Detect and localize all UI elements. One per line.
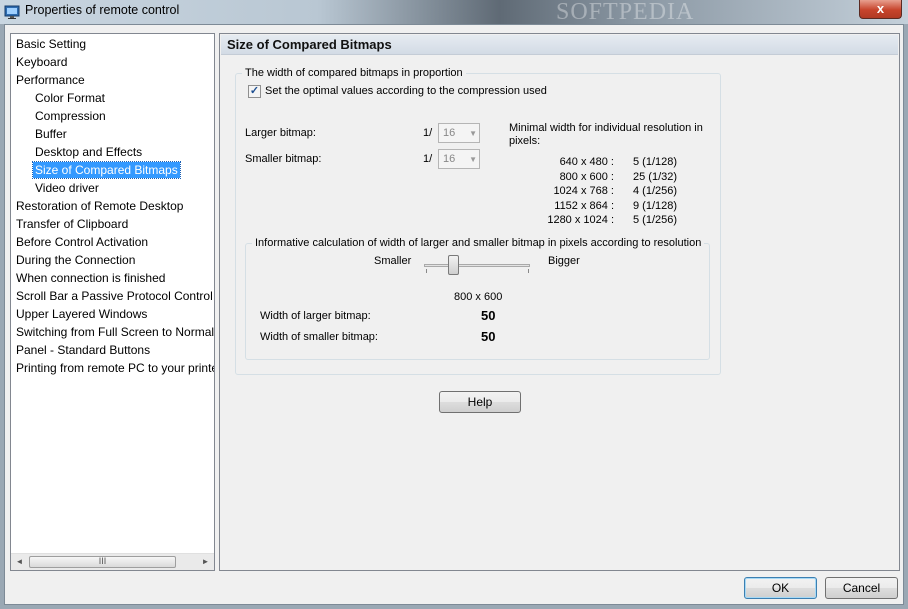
minimal-width-label: Minimal width for individual resolution … bbox=[509, 122, 703, 147]
scroll-left-arrow-icon[interactable]: ◄ bbox=[11, 554, 28, 570]
slider-bigger-label: Bigger bbox=[548, 255, 580, 267]
tree-item[interactable]: Performance bbox=[14, 72, 87, 88]
title-bar: Properties of remote control SOFTPEDIA x bbox=[0, 0, 908, 24]
settings-tree-list: Basic Setting Keyboard Performance Color Fo… bbox=[11, 36, 214, 552]
tree-item[interactable]: Compression bbox=[33, 108, 108, 124]
close-button[interactable]: x bbox=[859, 0, 902, 19]
tree-item[interactable]: Panel - Standard Buttons bbox=[14, 342, 152, 358]
optimal-values-checkbox[interactable]: ✓ bbox=[248, 85, 261, 98]
optimal-values-label: Set the optimal values according to the … bbox=[265, 85, 547, 97]
tree-item[interactable]: Desktop and Effects bbox=[33, 144, 144, 160]
resolution-label: 1152 x 864 : bbox=[554, 199, 614, 212]
settings-panel: Size of Compared Bitmaps The width of co… bbox=[219, 33, 900, 571]
smaller-ratio-prefix: 1/ bbox=[423, 153, 433, 165]
resolution-value: 5 (1/128) bbox=[633, 156, 678, 168]
smaller-bitmap-label: Smaller bitmap: bbox=[245, 153, 322, 165]
informative-group-title: Informative calculation of width of larg… bbox=[252, 236, 705, 250]
resolution-label: 800 x 600 : bbox=[559, 170, 614, 183]
slider-tick bbox=[528, 269, 529, 273]
resolution-value: 4 (1/256) bbox=[633, 185, 678, 197]
tree-item[interactable]: Printing from remote PC to your printer bbox=[14, 360, 214, 376]
tree-item[interactable]: During the Connection bbox=[14, 252, 137, 268]
resolution-list: 640 x 480 : 800 x 600 : 1024 x 768 : 1152 x… bbox=[536, 155, 614, 228]
remote-control-app-icon bbox=[4, 5, 20, 19]
tree-item[interactable]: When connection is finished bbox=[14, 270, 167, 286]
resolution-value: 9 (1/128) bbox=[633, 199, 678, 212]
resolution-slider-track[interactable] bbox=[424, 264, 530, 267]
scroll-right-arrow-icon[interactable]: ► bbox=[197, 554, 214, 570]
dialog-client-area: Basic Setting Keyboard Performance Color Fo… bbox=[4, 24, 904, 605]
smaller-bitmap-value: 16 bbox=[443, 153, 456, 165]
settings-tree[interactable]: Basic Setting Keyboard Performance Color Fo… bbox=[10, 33, 215, 571]
tree-item[interactable]: Restoration of Remote Desktop bbox=[14, 198, 185, 214]
cancel-button[interactable]: Cancel bbox=[825, 577, 898, 599]
slider-tick bbox=[426, 269, 427, 273]
chevron-down-icon: ▼ bbox=[469, 129, 477, 138]
proportion-group-title: The width of compared bitmaps in proport… bbox=[242, 66, 466, 80]
tree-item[interactable]: Color Format bbox=[33, 90, 107, 106]
smaller-width-label: Width of smaller bitmap: bbox=[260, 331, 378, 343]
resolution-label: 1024 x 768 : bbox=[553, 185, 614, 197]
resolution-value: 25 (1/32) bbox=[633, 170, 678, 183]
current-resolution: 800 x 600 bbox=[454, 291, 503, 303]
larger-width-label: Width of larger bitmap: bbox=[260, 310, 371, 322]
slider-smaller-label: Smaller bbox=[374, 255, 412, 267]
tree-item[interactable]: Keyboard bbox=[14, 54, 69, 70]
resolution-label: 1280 x 1024 : bbox=[547, 214, 614, 226]
tree-item[interactable]: Upper Layered Windows bbox=[14, 306, 149, 322]
larger-bitmap-select[interactable]: 16 ▼ bbox=[438, 123, 480, 143]
tree-horizontal-scrollbar[interactable]: ◄ III ► bbox=[11, 553, 214, 570]
resolution-value: 5 (1/256) bbox=[633, 214, 678, 226]
softpedia-watermark: SOFTPEDIA bbox=[556, 0, 695, 25]
smaller-bitmap-select[interactable]: 16 ▼ bbox=[438, 149, 480, 169]
tree-item[interactable]: Video driver bbox=[33, 180, 101, 196]
smaller-width-value: 50 bbox=[481, 329, 496, 344]
window-title: Properties of remote control bbox=[25, 3, 180, 17]
larger-ratio-prefix: 1/ bbox=[423, 127, 433, 139]
chevron-down-icon: ▼ bbox=[469, 155, 477, 164]
larger-bitmap-label: Larger bitmap: bbox=[245, 127, 316, 139]
resolution-slider-thumb[interactable] bbox=[447, 255, 459, 275]
tree-item[interactable]: Before Control Activation bbox=[14, 234, 150, 250]
tree-item[interactable]: Buffer bbox=[33, 126, 69, 142]
tree-item[interactable]: Transfer of Clipboard bbox=[14, 216, 130, 232]
resolution-value-list: 5 (1/128) 25 (1/32) 4 (1/256) 9 (1/128) 5 (1… bbox=[633, 155, 677, 228]
larger-width-value: 50 bbox=[481, 308, 496, 323]
tree-item[interactable]: Switching from Full Screen to Normal bbox=[14, 324, 214, 340]
ok-button[interactable]: OK bbox=[744, 577, 817, 599]
scrollbar-thumb[interactable]: III bbox=[29, 556, 176, 568]
tree-item[interactable]: Basic Setting bbox=[14, 36, 88, 52]
tree-item[interactable]: Size of Compared Bitmaps bbox=[32, 161, 181, 179]
checkmark-icon: ✓ bbox=[249, 85, 260, 97]
larger-bitmap-value: 16 bbox=[443, 127, 456, 139]
tree-item[interactable]: Scroll Bar a Passive Protocol Control bbox=[14, 288, 214, 304]
informative-groupbox: Informative calculation of width of larg… bbox=[245, 236, 710, 360]
help-button[interactable]: Help bbox=[439, 391, 521, 413]
panel-title: Size of Compared Bitmaps bbox=[221, 35, 898, 55]
resolution-label: 640 x 480 : bbox=[559, 156, 614, 168]
proportion-groupbox: The width of compared bitmaps in proport… bbox=[235, 66, 721, 375]
